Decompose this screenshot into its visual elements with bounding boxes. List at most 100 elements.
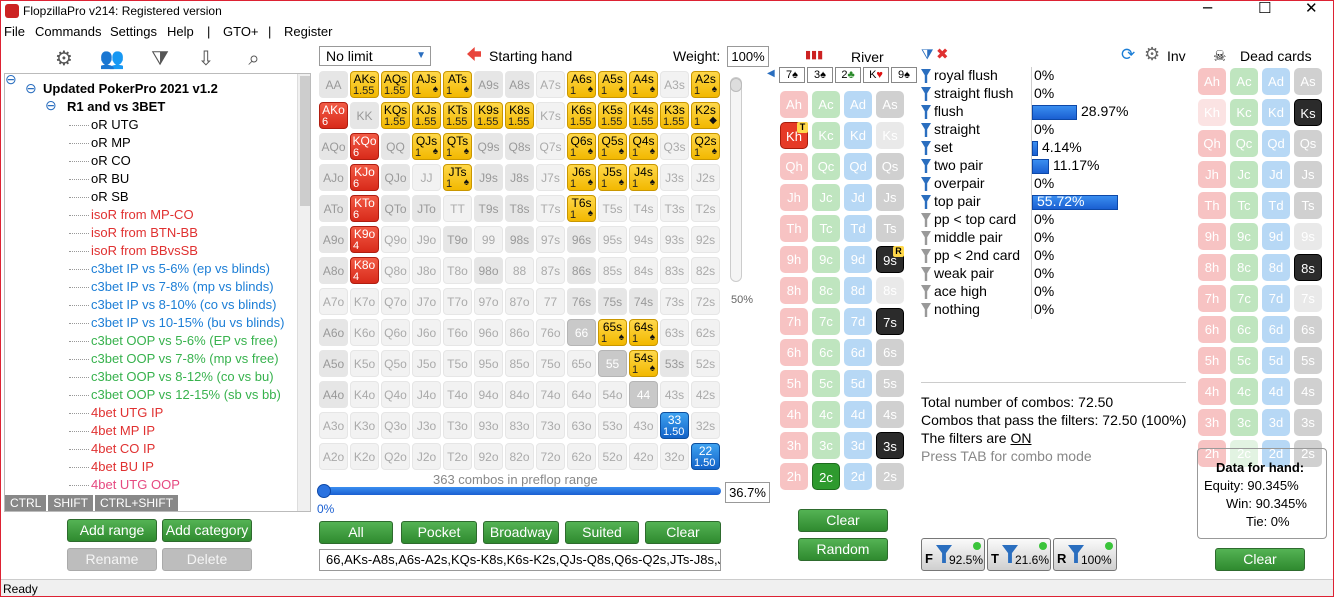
hand-cell[interactable]: 54s 1 ♠: [629, 350, 658, 377]
hand-cell[interactable]: 43o: [629, 412, 658, 439]
hand-cell[interactable]: 32o: [660, 443, 689, 470]
tree-scrollbar[interactable]: [297, 74, 310, 511]
hand-cell[interactable]: Q4s 1 ♠: [629, 133, 658, 160]
deck-card[interactable]: Kd: [1262, 99, 1290, 126]
hand-cell[interactable]: K2s 1 ◆: [691, 102, 720, 129]
deck-card[interactable]: As: [876, 91, 904, 118]
filter-icon[interactable]: [921, 177, 931, 191]
hand-cell[interactable]: 64o: [567, 381, 596, 408]
hand-cell[interactable]: Q5o: [381, 350, 410, 377]
hand-cell[interactable]: Q3s: [660, 133, 689, 160]
deck-card[interactable]: Ks: [1294, 99, 1322, 126]
deck-card[interactable]: 8s: [876, 277, 904, 304]
hand-cell[interactable]: 98o: [474, 257, 503, 284]
hand-cell[interactable]: K4s 1.55: [629, 102, 658, 129]
hand-cell[interactable]: T6s 1 ♠: [567, 195, 596, 222]
hand-cell[interactable]: J7o: [412, 288, 441, 315]
hand-cell[interactable]: 77: [536, 288, 565, 315]
deck-card[interactable]: 3h: [780, 432, 808, 459]
hand-cell[interactable]: J7s: [536, 164, 565, 191]
hand-cell[interactable]: T4s: [629, 195, 658, 222]
hand-cell[interactable]: T7o: [443, 288, 472, 315]
hand-cell[interactable]: 83o: [505, 412, 534, 439]
deck-card[interactable]: Qc: [812, 153, 840, 180]
hand-cell[interactable]: 96s: [567, 226, 596, 253]
hand-cell[interactable]: K8o 4: [350, 257, 379, 284]
gear-icon[interactable]: ⚙: [1144, 44, 1160, 65]
filter-row[interactable]: pp < top card 0%: [919, 211, 1179, 229]
deck-card[interactable]: 5d: [844, 370, 872, 397]
hand-cell[interactable]: Q2s 1 ♠: [691, 133, 720, 160]
hand-cell[interactable]: JTo: [412, 195, 441, 222]
river-clear-button[interactable]: Clear: [798, 509, 888, 532]
deck-card[interactable]: Qs: [876, 153, 904, 180]
weight-slider[interactable]: [730, 77, 742, 282]
hand-cell[interactable]: A9s: [474, 71, 503, 98]
hand-cell[interactable]: ATo: [319, 195, 348, 222]
tree-item[interactable]: c3bet OOP vs 12-15% (sb vs bb): [91, 387, 281, 402]
hand-cell[interactable]: K7s: [536, 102, 565, 129]
tree-item[interactable]: 4bet CO IP: [91, 441, 155, 456]
hand-cell[interactable]: A3o: [319, 412, 348, 439]
deck-card[interactable]: Ac: [1230, 68, 1258, 95]
tree-item[interactable]: oR MP: [91, 135, 131, 150]
hand-cell[interactable]: 65o: [567, 350, 596, 377]
hand-cell[interactable]: 42s: [691, 381, 720, 408]
hand-cell[interactable]: 94o: [474, 381, 503, 408]
deck-card[interactable]: 9d: [1262, 223, 1290, 250]
tab-ctrl[interactable]: CTRL: [5, 495, 47, 511]
hand-cell[interactable]: A7o: [319, 288, 348, 315]
deck-card[interactable]: Ks: [876, 122, 904, 149]
hand-cell[interactable]: J6s 1 ♠: [567, 164, 596, 191]
maximize-button[interactable]: ☐: [1258, 1, 1271, 17]
hand-cell[interactable]: 88: [505, 257, 534, 284]
menu-commands[interactable]: Commands: [35, 24, 101, 39]
board-card[interactable]: 9♠: [891, 67, 917, 83]
hand-cell[interactable]: K5s 1.55: [598, 102, 627, 129]
hand-cell[interactable]: 96o: [474, 319, 503, 346]
river-random-button[interactable]: Random: [798, 538, 888, 561]
hand-cell[interactable]: 43s: [660, 381, 689, 408]
deck-card[interactable]: Ad: [844, 91, 872, 118]
hand-cell[interactable]: AQo: [319, 133, 348, 160]
filter-icon[interactable]: [921, 141, 931, 155]
hand-cell[interactable]: T7s: [536, 195, 565, 222]
deck-card[interactable]: 7h: [780, 308, 808, 335]
hand-cell[interactable]: 97s: [536, 226, 565, 253]
hand-cell[interactable]: Q5s 1 ♠: [598, 133, 627, 160]
river-filter-button[interactable]: R 100%: [1053, 538, 1117, 571]
filter-icon[interactable]: [921, 249, 931, 263]
hand-cell[interactable]: K9s 1.55: [474, 102, 503, 129]
hand-cell[interactable]: KTs 1.55: [443, 102, 472, 129]
hand-cell[interactable]: 75s: [598, 288, 627, 315]
hand-cell[interactable]: K4o: [350, 381, 379, 408]
deck-card[interactable]: Tc: [1230, 192, 1258, 219]
hand-cell[interactable]: 85o: [505, 350, 534, 377]
clear-range-button[interactable]: Clear: [645, 521, 721, 544]
hand-cell[interactable]: 52o: [598, 443, 627, 470]
hand-cell[interactable]: 55: [598, 350, 627, 377]
add-range-button[interactable]: Add range: [67, 519, 157, 542]
deck-card[interactable]: Ah: [780, 91, 808, 118]
deck-card[interactable]: Ac: [812, 91, 840, 118]
hand-cell[interactable]: J4s 1 ♠: [629, 164, 658, 191]
filter-icon[interactable]: [921, 231, 931, 245]
hand-cell[interactable]: KJo 6: [350, 164, 379, 191]
tree-item[interactable]: c3bet OOP vs 7-8% (mp vs free): [91, 351, 279, 366]
hand-cell[interactable]: A4o: [319, 381, 348, 408]
hand-cell[interactable]: A4s 1 ♠: [629, 71, 658, 98]
hand-cell[interactable]: 66: [567, 319, 596, 346]
hand-cell[interactable]: T4o: [443, 381, 472, 408]
hand-cell[interactable]: Q6s 1 ♠: [567, 133, 596, 160]
deck-card[interactable]: Td: [1262, 192, 1290, 219]
hand-cell[interactable]: A7s: [536, 71, 565, 98]
hand-cell[interactable]: 82s: [691, 257, 720, 284]
deck-card[interactable]: 6s: [1294, 316, 1322, 343]
deck-card[interactable]: Ts: [876, 215, 904, 242]
filter-icon[interactable]: [921, 123, 931, 137]
close-button[interactable]: ✕: [1305, 1, 1318, 17]
users-icon[interactable]: 👥: [99, 45, 125, 71]
deck-card[interactable]: 3s: [1294, 409, 1322, 436]
hand-cell[interactable]: T5s: [598, 195, 627, 222]
deck-card[interactable]: Js: [876, 184, 904, 211]
